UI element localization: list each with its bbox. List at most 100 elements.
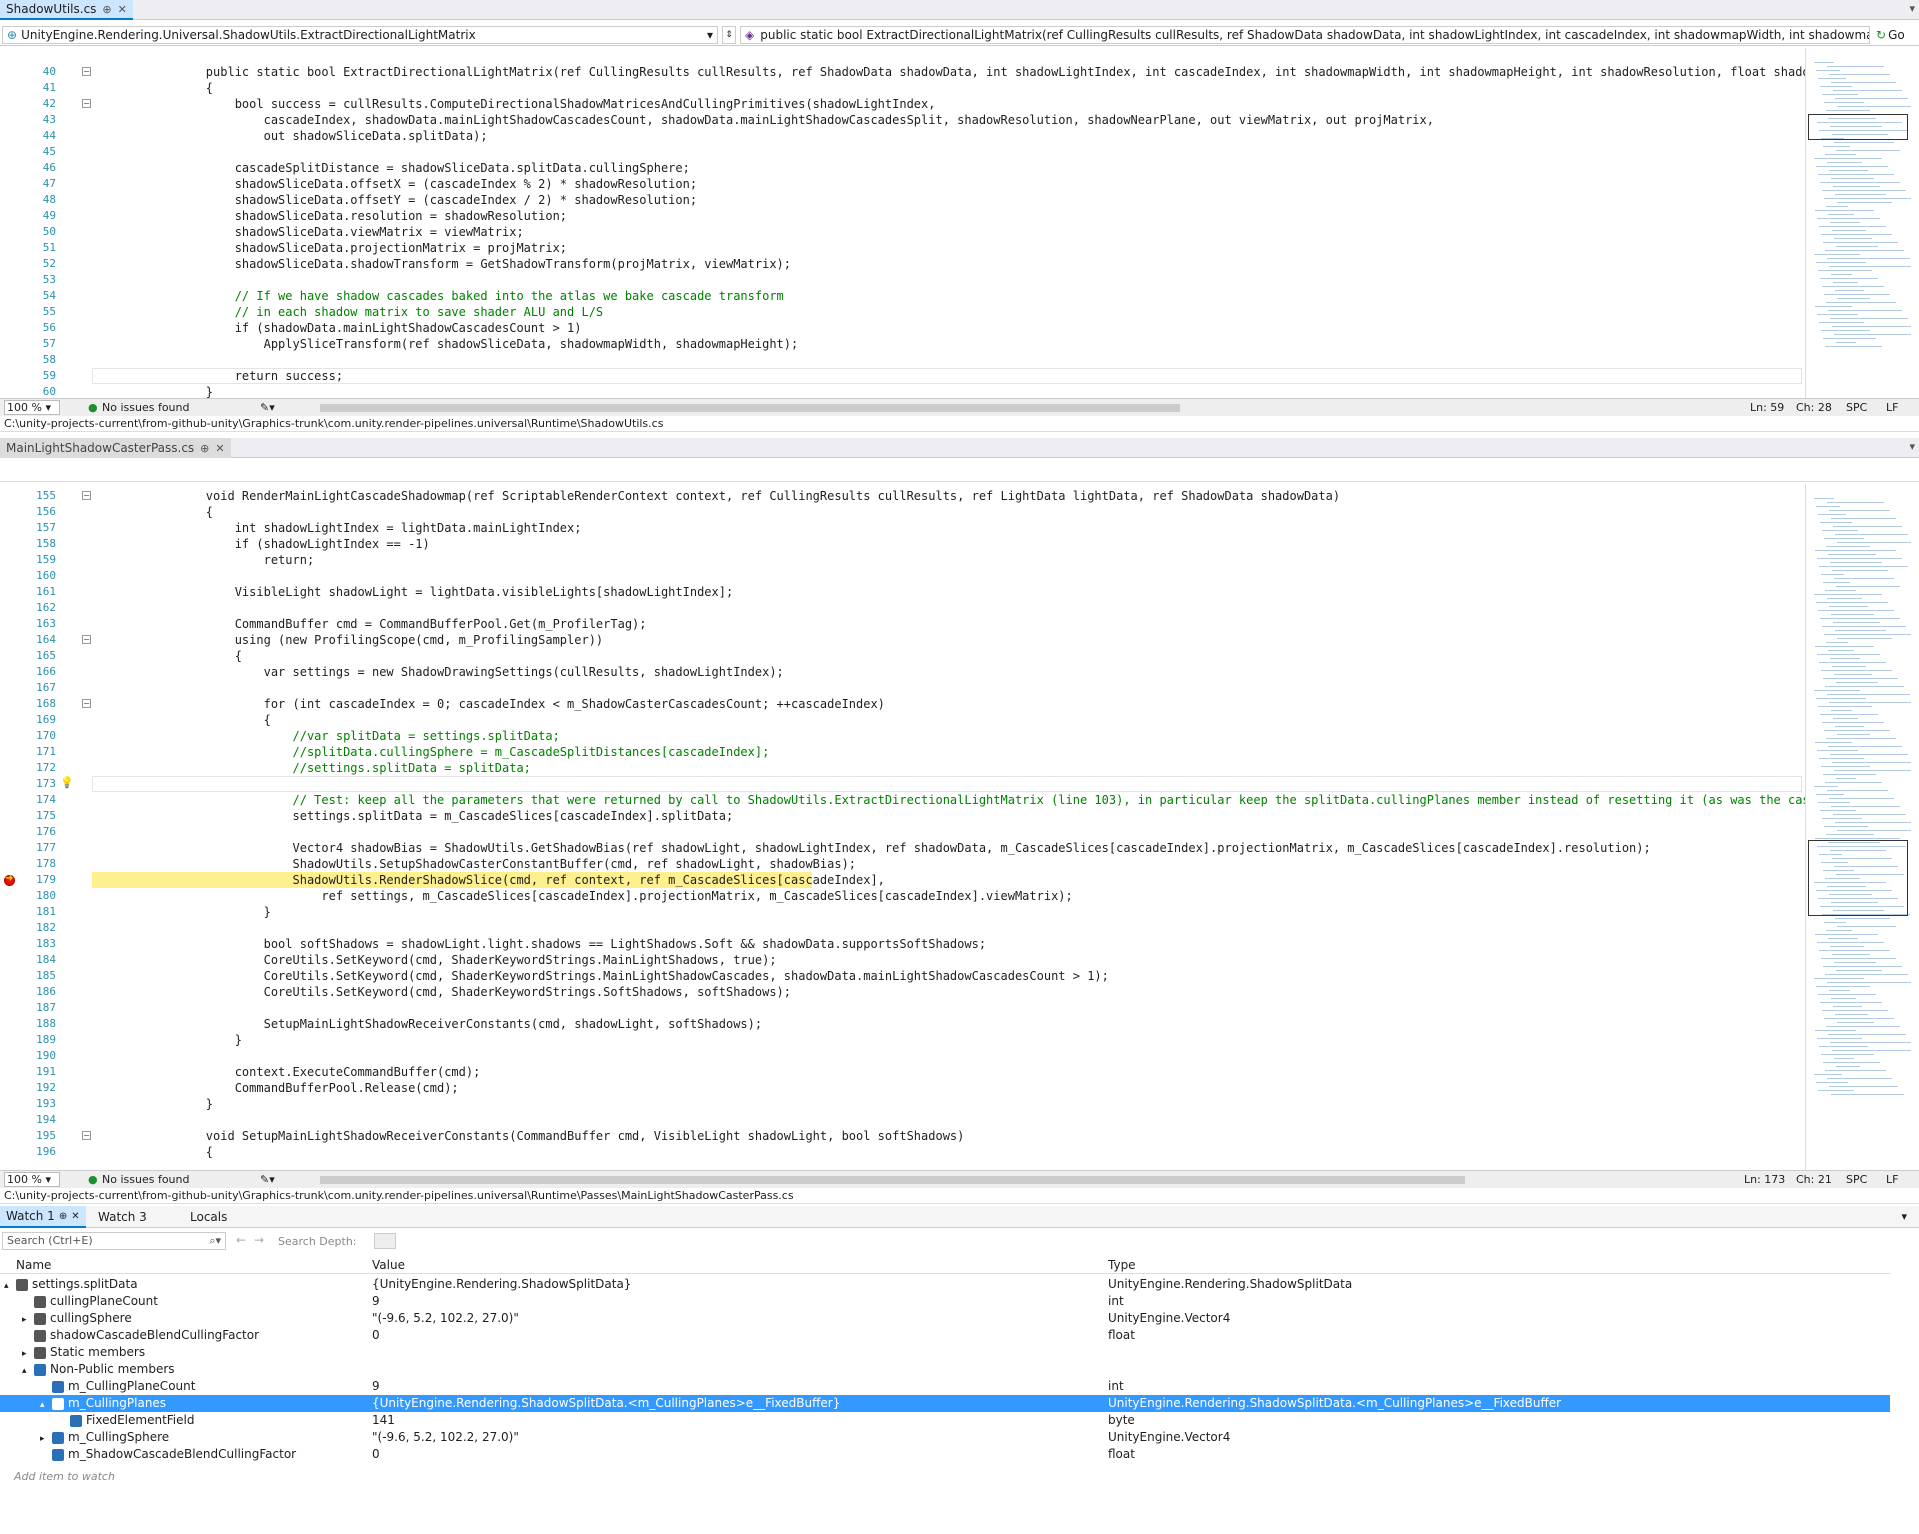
watch-row[interactable]: FixedElementField 141 byte bbox=[0, 1412, 1890, 1429]
code-line[interactable]: bool success = cullResults.ComputeDirect… bbox=[148, 96, 936, 112]
code-line[interactable]: //splitData.cullingSphere = m_CascadeSpl… bbox=[148, 744, 769, 760]
code-line[interactable]: } bbox=[148, 384, 213, 398]
search-icon[interactable]: ⌕▾ bbox=[209, 1233, 221, 1249]
code-line[interactable]: shadowSliceData.resolution = shadowResol… bbox=[148, 208, 567, 224]
code-line[interactable]: CoreUtils.SetKeyword(cmd, ShaderKeywordS… bbox=[148, 968, 1109, 984]
watch-value[interactable]: 9 bbox=[372, 1378, 1098, 1395]
code-line[interactable]: cascadeSplitDistance = shadowSliceData.s… bbox=[148, 160, 690, 176]
zoom-dropdown[interactable]: 100 % ▾ bbox=[4, 1172, 60, 1187]
code-line[interactable]: void RenderMainLightCascadeShadowmap(ref… bbox=[148, 488, 1340, 504]
watch-row[interactable]: ▴ Non-Public members bbox=[0, 1361, 1890, 1378]
chevron-down-icon[interactable]: ▾ bbox=[1909, 440, 1915, 453]
forward-arrow-icon[interactable]: → bbox=[254, 1233, 264, 1247]
spc-indicator[interactable]: SPC bbox=[1846, 401, 1867, 414]
minimap-viewport[interactable] bbox=[1808, 114, 1908, 140]
code-line[interactable]: shadowSliceData.projectionMatrix = projM… bbox=[148, 240, 567, 256]
watch-value[interactable]: "(-9.6, 5.2, 102.2, 27.0)" bbox=[372, 1310, 1098, 1327]
go-button[interactable]: ↻ Go bbox=[1876, 26, 1905, 44]
fold-toggle-icon[interactable]: − bbox=[82, 1131, 91, 1140]
back-arrow-icon[interactable]: ← bbox=[236, 1233, 246, 1247]
col-type[interactable]: Type bbox=[1108, 1258, 1136, 1272]
code-line[interactable]: CommandBuffer cmd = CommandBufferPool.Ge… bbox=[148, 616, 647, 632]
code-line[interactable]: if (shadowData.mainLightShadowCascadesCo… bbox=[148, 320, 582, 336]
search-depth-dropdown[interactable] bbox=[374, 1233, 396, 1249]
issues-label[interactable]: No issues found bbox=[102, 401, 189, 414]
watch-row[interactable]: ▸ Static members bbox=[0, 1344, 1890, 1361]
code-line[interactable]: settings.splitData = m_CascadeSlices[cas… bbox=[148, 808, 733, 824]
tab-locals[interactable]: Locals bbox=[184, 1206, 233, 1228]
editor1-minimap[interactable] bbox=[1805, 48, 1911, 398]
code-line[interactable]: shadowSliceData.offsetY = (cascadeIndex … bbox=[148, 192, 697, 208]
watch-row[interactable]: m_CullingPlaneCount 9 int bbox=[0, 1378, 1890, 1395]
code-line[interactable]: // in each shadow matrix to save shader … bbox=[148, 304, 603, 320]
watch-value[interactable]: 141 bbox=[372, 1412, 1098, 1429]
code-line[interactable]: if (shadowLightIndex == -1) bbox=[148, 536, 430, 552]
watch-row[interactable]: m_ShadowCascadeBlendCullingFactor 0 float bbox=[0, 1446, 1890, 1463]
minimap-viewport[interactable] bbox=[1808, 840, 1908, 916]
code-line[interactable]: { bbox=[148, 712, 271, 728]
code-line[interactable]: cascadeIndex, shadowData.mainLightShadow… bbox=[148, 112, 1434, 128]
code-line[interactable]: ApplySliceTransform(ref shadowSliceData,… bbox=[148, 336, 799, 352]
editor2-code[interactable]: 155 void RenderMainLightCascadeShadowmap… bbox=[0, 484, 1919, 1170]
code-line[interactable]: out shadowSliceData.splitData); bbox=[148, 128, 488, 144]
fold-toggle-icon[interactable]: − bbox=[82, 67, 91, 76]
tab-mainlightshadowcasterpass[interactable]: MainLightShadowCasterPass.cs ⊕ ✕ bbox=[0, 438, 231, 458]
close-icon[interactable]: ✕ bbox=[215, 442, 224, 455]
watch-row[interactable]: ▸ cullingSphere "(-9.6, 5.2, 102.2, 27.0)"… bbox=[0, 1310, 1890, 1327]
col-name[interactable]: Name bbox=[16, 1258, 51, 1272]
code-line[interactable]: shadowSliceData.viewMatrix = viewMatrix; bbox=[148, 224, 524, 240]
code-line[interactable]: SetupMainLightShadowReceiverConstants(cm… bbox=[148, 1016, 763, 1032]
code-line[interactable]: void SetupMainLightShadowReceiverConstan… bbox=[148, 1128, 965, 1144]
code-line[interactable]: CommandBufferPool.Release(cmd); bbox=[148, 1080, 459, 1096]
spc-indicator[interactable]: SPC bbox=[1846, 1173, 1867, 1186]
fold-toggle-icon[interactable]: − bbox=[82, 491, 91, 500]
close-icon[interactable]: ✕ bbox=[71, 1211, 79, 1222]
code-line[interactable]: int shadowLightIndex = lightData.mainLig… bbox=[148, 520, 582, 536]
code-line[interactable]: context.ExecuteCommandBuffer(cmd); bbox=[148, 1064, 481, 1080]
nav-updown[interactable]: ⇕ bbox=[722, 26, 736, 44]
lf-indicator[interactable]: LF bbox=[1886, 1173, 1898, 1186]
close-icon[interactable]: ✕ bbox=[118, 3, 127, 16]
search-input[interactable]: Search (Ctrl+E) ⌕▾ bbox=[2, 1232, 226, 1250]
code-line[interactable]: return success; bbox=[148, 368, 343, 384]
watch-row[interactable]: ▴ settings.splitData {UnityEngine.Renderin… bbox=[0, 1276, 1890, 1293]
code-line[interactable]: var settings = new ShadowDrawingSettings… bbox=[148, 664, 784, 680]
code-line[interactable]: bool softShadows = shadowLight.light.sha… bbox=[148, 936, 986, 952]
col-value[interactable]: Value bbox=[372, 1258, 405, 1272]
code-line[interactable]: } bbox=[148, 904, 271, 920]
zoom-dropdown[interactable]: 100 % ▾ bbox=[4, 400, 60, 415]
watch-value[interactable]: "(-9.6, 5.2, 102.2, 27.0)" bbox=[372, 1429, 1098, 1446]
code-line[interactable]: for (int cascadeIndex = 0; cascadeIndex … bbox=[148, 696, 885, 712]
fold-toggle-icon[interactable]: − bbox=[82, 635, 91, 644]
chevron-down-icon[interactable]: ▾ bbox=[1909, 2, 1915, 15]
h-scrollbar[interactable] bbox=[320, 1176, 1465, 1184]
code-line[interactable]: // If we have shadow cascades baked into… bbox=[148, 288, 784, 304]
editor1-code[interactable]: 40 public static bool ExtractDirectional… bbox=[0, 48, 1919, 398]
watch-value[interactable]: 0 bbox=[372, 1327, 1098, 1344]
watch-row[interactable]: shadowCascadeBlendCullingFactor 0 float bbox=[0, 1327, 1890, 1344]
namespace-dropdown[interactable]: ⊕ UnityEngine.Rendering.Universal.Shadow… bbox=[2, 26, 718, 44]
code-line[interactable]: { bbox=[148, 504, 213, 520]
watch-value[interactable]: {UnityEngine.Rendering.ShadowSplitData.<… bbox=[372, 1395, 1098, 1412]
lightbulb-icon[interactable]: 💡 bbox=[60, 776, 74, 789]
brush-icon[interactable]: ✎▾ bbox=[260, 401, 275, 414]
code-line[interactable]: VisibleLight shadowLight = lightData.vis… bbox=[148, 584, 734, 600]
watch-value[interactable]: 0 bbox=[372, 1446, 1098, 1463]
code-line[interactable]: CoreUtils.SetKeyword(cmd, ShaderKeywordS… bbox=[148, 984, 791, 1000]
chevron-down-icon[interactable]: ▾ bbox=[1901, 1210, 1907, 1223]
lf-indicator[interactable]: LF bbox=[1886, 401, 1898, 414]
member-dropdown[interactable]: ◈ public static bool ExtractDirectionalL… bbox=[740, 26, 1870, 44]
h-scrollbar[interactable] bbox=[320, 404, 1180, 412]
code-line[interactable]: using (new ProfilingScope(cmd, m_Profili… bbox=[148, 632, 603, 648]
code-line[interactable]: CoreUtils.SetKeyword(cmd, ShaderKeywordS… bbox=[148, 952, 777, 968]
code-line[interactable]: //var splitData = settings.splitData; bbox=[148, 728, 559, 744]
watch-row[interactable]: ▴ m_CullingPlanes {UnityEngine.Rendering.S… bbox=[0, 1395, 1890, 1412]
watch-value[interactable]: {UnityEngine.Rendering.ShadowSplitData} bbox=[372, 1276, 1098, 1293]
code-line[interactable]: { bbox=[148, 80, 213, 96]
code-line[interactable]: Vector4 shadowBias = ShadowUtils.GetShad… bbox=[148, 840, 1650, 856]
pin-icon[interactable]: ⊕ bbox=[200, 442, 209, 455]
code-line[interactable]: ref settings, m_CascadeSlices[cascadeInd… bbox=[148, 888, 1072, 904]
code-line[interactable]: shadowSliceData.shadowTransform = GetSha… bbox=[148, 256, 791, 272]
code-line[interactable]: //settings.splitData = splitData; bbox=[148, 760, 530, 776]
pin-icon[interactable]: ⊕ bbox=[102, 3, 111, 16]
